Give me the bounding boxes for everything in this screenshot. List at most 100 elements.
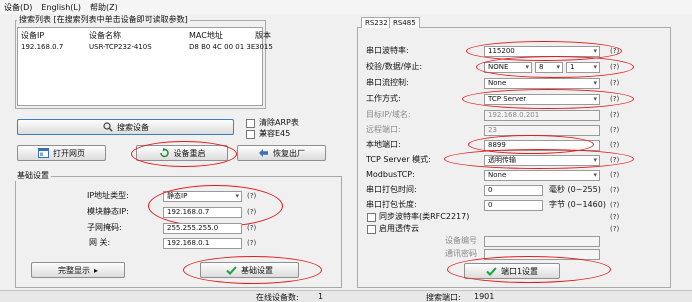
baud-label: 串口波特率: bbox=[366, 46, 409, 55]
menu-help[interactable]: 帮助(Z) bbox=[90, 2, 118, 13]
stop-bits-value: 1 bbox=[570, 63, 575, 71]
cloud-checkbox[interactable] bbox=[367, 225, 376, 234]
local-port-help[interactable]: (?) bbox=[610, 140, 619, 150]
flow-value: None bbox=[488, 79, 507, 87]
flow-help[interactable]: (?) bbox=[610, 78, 619, 88]
ip-type-value: 静态IP bbox=[167, 192, 188, 200]
tab-rs485[interactable]: RS485 bbox=[389, 17, 420, 28]
ip-type-select[interactable]: 静态IP ▾ bbox=[163, 191, 242, 202]
parity-help[interactable]: (?) bbox=[610, 62, 619, 72]
full-display-label: 完整显示 bbox=[57, 265, 90, 275]
table-row[interactable]: 192.168.0.7 USR-TCP232-410S D8 B0 4C 00 … bbox=[18, 41, 273, 52]
cloud-label: 启用透传云 bbox=[379, 224, 419, 233]
gateway-label: 网 关: bbox=[89, 238, 111, 247]
local-port-input[interactable]: 8899 bbox=[484, 140, 600, 151]
stop-bits-select[interactable]: 1 ▾ bbox=[566, 62, 600, 73]
chevron-down-icon: ▾ bbox=[593, 171, 597, 179]
device-list[interactable]: 设备IP 设备名称 MAC地址 版本 192.168.0.7 USR-TCP23… bbox=[17, 27, 273, 106]
sync-baud-help[interactable]: (?) bbox=[610, 212, 619, 222]
subnet-help[interactable]: (?) bbox=[247, 223, 256, 233]
chevron-down-icon: ▾ bbox=[593, 156, 597, 164]
static-ip-help[interactable]: (?) bbox=[247, 207, 256, 217]
static-ip-input[interactable]: 192.168.0.7 bbox=[163, 207, 242, 218]
subnet-input[interactable]: 255.255.255.0 bbox=[163, 223, 242, 234]
server-mode-select[interactable]: 透明传输 ▾ bbox=[484, 155, 600, 166]
menu-bar: 设备(D) English(L) 帮助(Z) bbox=[0, 0, 692, 14]
column-header-ip[interactable]: 设备IP bbox=[21, 31, 44, 41]
pack-len-input[interactable]: 0 bbox=[484, 200, 543, 211]
checkmark-icon bbox=[226, 265, 237, 275]
pack-time-input[interactable]: 0 bbox=[484, 185, 543, 196]
open-web-label: 打开网页 bbox=[53, 148, 85, 158]
modbus-help[interactable]: (?) bbox=[610, 170, 619, 180]
server-mode-help[interactable]: (?) bbox=[610, 155, 619, 165]
mode-select[interactable]: TCP Server ▾ bbox=[484, 94, 600, 105]
gateway-help[interactable]: (?) bbox=[247, 238, 256, 248]
menu-device[interactable]: 设备(D) bbox=[4, 2, 32, 13]
restart-label: 设备重启 bbox=[173, 148, 206, 158]
clear-arp-checkbox[interactable] bbox=[246, 119, 255, 128]
port1-settings-button[interactable]: 端口1设置 bbox=[464, 263, 560, 279]
data-bits-select[interactable]: 8 ▾ bbox=[535, 62, 563, 73]
full-display-button[interactable]: 完整显示 ▸ bbox=[31, 262, 125, 278]
device-id-input[interactable] bbox=[484, 236, 600, 247]
baud-select[interactable]: 115200 ▾ bbox=[484, 46, 600, 57]
compat-e45-checkbox[interactable] bbox=[246, 130, 255, 139]
local-port-label: 本地端口: bbox=[366, 140, 401, 149]
chevron-down-icon: ▾ bbox=[593, 79, 597, 87]
online-count-value: 1 bbox=[318, 292, 324, 301]
search-device-button[interactable]: 搜索设备 bbox=[17, 119, 234, 135]
factory-reset-button[interactable]: 恢复出厂 bbox=[237, 145, 326, 161]
subnet-label: 子网掩码: bbox=[87, 223, 122, 232]
device-id-label: 设备编号 bbox=[445, 236, 477, 245]
remote-ip-input[interactable]: 192.168.0.201 bbox=[484, 110, 600, 121]
parity-value: NONE bbox=[488, 63, 509, 71]
pack-time-label: 串口打包时间: bbox=[366, 185, 417, 194]
cell-mac: D8 B0 4C 00 01 3E bbox=[189, 43, 256, 51]
basic-settings-button[interactable]: 基础设置 bbox=[200, 262, 299, 278]
comm-pwd-input[interactable] bbox=[484, 249, 600, 260]
menu-english[interactable]: English(L) bbox=[41, 3, 81, 12]
cell-name: USR-TCP232-410S bbox=[89, 43, 152, 51]
gateway-input[interactable]: 192.168.0.1 bbox=[163, 238, 242, 249]
cloud-help[interactable]: (?) bbox=[610, 224, 619, 234]
mode-help[interactable]: (?) bbox=[610, 94, 619, 104]
chevron-down-icon: ▾ bbox=[556, 63, 560, 71]
online-count-label: 在线设备数: bbox=[256, 293, 299, 302]
web-page-icon bbox=[38, 148, 49, 158]
search-port-value: 1901 bbox=[474, 292, 495, 301]
column-header-mac[interactable]: MAC地址 bbox=[189, 31, 223, 41]
data-bits-value: 8 bbox=[539, 63, 544, 71]
chevron-down-icon: ▾ bbox=[593, 95, 597, 103]
remote-port-label: 远程端口: bbox=[366, 125, 401, 134]
parity-select[interactable]: NONE ▾ bbox=[484, 62, 532, 73]
expand-arrow-icon: ▸ bbox=[93, 265, 98, 275]
chevron-down-icon: ▾ bbox=[593, 47, 597, 55]
column-header-version[interactable]: 版本 bbox=[255, 31, 271, 41]
restart-button[interactable]: 设备重启 bbox=[136, 145, 228, 161]
pack-len-help[interactable]: (?) bbox=[610, 200, 619, 210]
remote-port-input[interactable]: 23 bbox=[484, 125, 600, 136]
port1-settings-label: 端口1设置 bbox=[500, 266, 539, 276]
tab-rs232[interactable]: RS232 bbox=[361, 17, 392, 28]
basic-settings-title: 基础设置 bbox=[15, 171, 51, 181]
mode-value: TCP Server bbox=[488, 95, 527, 103]
open-web-button[interactable]: 打开网页 bbox=[17, 145, 106, 161]
flow-select[interactable]: None ▾ bbox=[484, 78, 600, 89]
ip-type-label: IP地址类型: bbox=[87, 191, 129, 200]
pack-time-help[interactable]: (?) bbox=[610, 185, 619, 195]
parity-label: 校验/数据/停止: bbox=[366, 62, 423, 71]
remote-ip-label: 目标IP/域名: bbox=[366, 110, 411, 119]
mode-label: 工作方式: bbox=[366, 94, 401, 103]
baud-help[interactable]: (?) bbox=[610, 46, 619, 56]
cell-ip: 192.168.0.7 bbox=[21, 43, 64, 51]
pack-len-label: 串口打包长度: bbox=[366, 200, 417, 209]
remote-port-help[interactable]: (?) bbox=[610, 125, 619, 135]
modbus-select[interactable]: None ▾ bbox=[484, 170, 600, 181]
sync-baud-checkbox[interactable] bbox=[367, 213, 376, 222]
column-header-name[interactable]: 设备名称 bbox=[89, 31, 121, 41]
search-icon bbox=[102, 122, 113, 132]
remote-ip-help[interactable]: (?) bbox=[610, 110, 619, 120]
ip-type-help[interactable]: (?) bbox=[247, 191, 256, 201]
static-ip-label: 模块静态IP: bbox=[87, 207, 129, 216]
